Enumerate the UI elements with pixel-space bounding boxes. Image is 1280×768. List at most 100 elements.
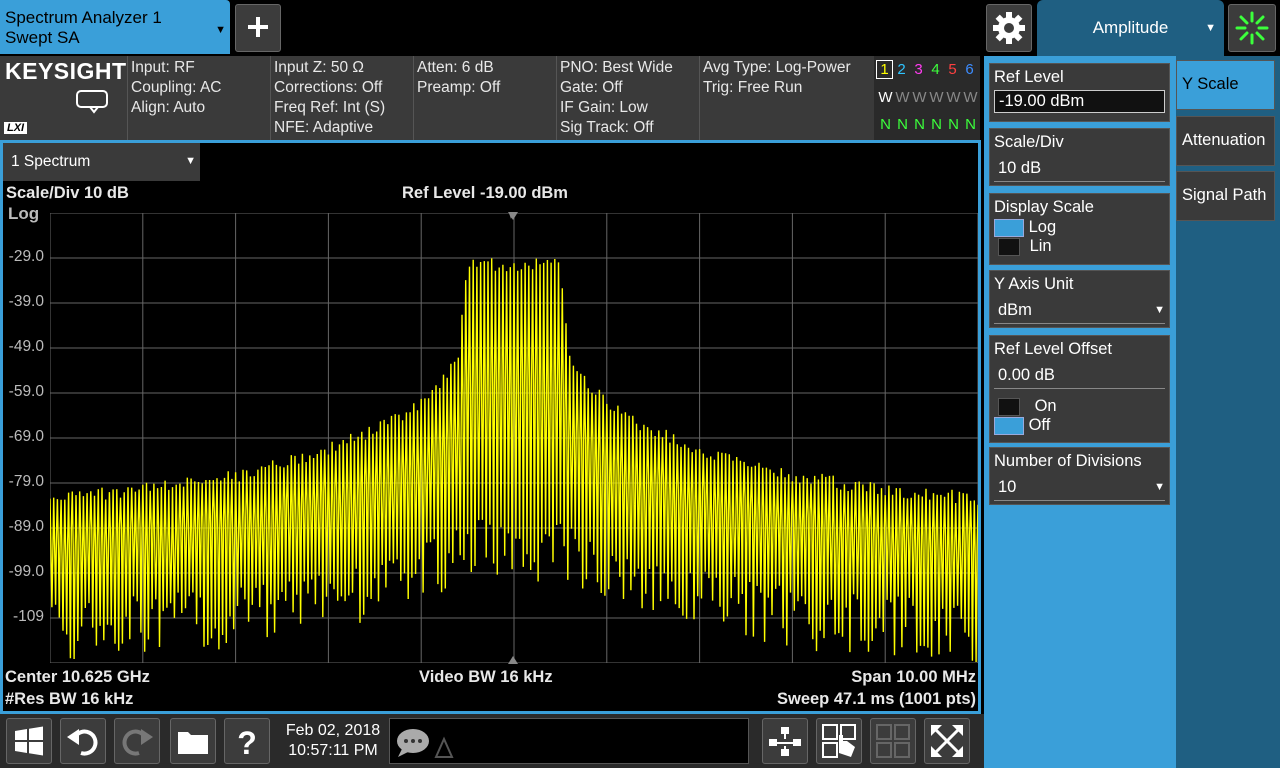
y-tick-label: -69.0 bbox=[8, 428, 44, 445]
chevron-down-icon: ▼ bbox=[1205, 22, 1216, 34]
plus-icon bbox=[248, 17, 268, 37]
info-pno: PNO: Best Wide bbox=[560, 59, 673, 76]
res-bw-label: #Res BW 16 kHz bbox=[5, 690, 134, 708]
input-settings[interactable]: Input: RF Coupling: AC Align: Auto bbox=[131, 58, 221, 118]
y-axis-unit-dropdown[interactable]: dBm ▼ bbox=[994, 298, 1165, 324]
help-icon: ? bbox=[237, 725, 257, 761]
message-icon bbox=[397, 729, 454, 758]
trace-type-letter: W bbox=[895, 89, 910, 106]
info-if-gain: IF Gain: Low bbox=[560, 99, 648, 116]
svg-text:?: ? bbox=[237, 725, 257, 761]
info-freq-ref: Freq Ref: Int (S) bbox=[274, 99, 386, 116]
unselected-indicator bbox=[998, 397, 1020, 416]
windows-button[interactable] bbox=[6, 718, 52, 764]
measurement-name: Swept SA bbox=[5, 28, 80, 47]
trace-type-letter: W bbox=[946, 89, 961, 106]
mode-name: Spectrum Analyzer 1 bbox=[5, 8, 162, 27]
trace-detector-letter: N bbox=[897, 116, 908, 133]
trigger-settings[interactable]: Avg Type: Log-Power Trig: Free Run bbox=[703, 58, 851, 98]
redo-icon bbox=[122, 729, 153, 756]
trace-2-number[interactable]: 2 bbox=[893, 61, 910, 78]
attenuation-settings[interactable]: Atten: 6 dB Preamp: Off bbox=[417, 58, 500, 98]
scale-type-label: Log bbox=[8, 204, 40, 223]
grid-icon bbox=[876, 724, 910, 758]
trace-6-number[interactable]: 6 bbox=[961, 61, 978, 78]
display-scale-softkey[interactable]: Display Scale Log Lin bbox=[989, 193, 1170, 265]
divider bbox=[556, 56, 557, 140]
touch-button[interactable] bbox=[816, 718, 862, 764]
info-preamp: Preamp: Off bbox=[417, 79, 501, 96]
trace-type-row: WWWWWW bbox=[877, 89, 979, 106]
multi-window-button[interactable] bbox=[870, 718, 916, 764]
center-marker-bottom-icon bbox=[508, 656, 518, 664]
layout-button[interactable] bbox=[762, 718, 808, 764]
y-tick-label: -29.0 bbox=[8, 248, 44, 265]
ref-level-offset-softkey[interactable]: Ref Level Offset 0.00 dB On Off bbox=[989, 335, 1170, 443]
expand-icon bbox=[931, 725, 963, 757]
file-button[interactable] bbox=[170, 718, 216, 764]
spinner-icon bbox=[1235, 11, 1269, 45]
y-axis-unit-softkey[interactable]: Y Axis Unit dBm ▼ bbox=[989, 270, 1170, 328]
divider bbox=[699, 56, 700, 140]
option-log-label: Log bbox=[1028, 218, 1057, 236]
add-screen-button[interactable] bbox=[235, 4, 281, 52]
option-on-label: On bbox=[1034, 397, 1057, 415]
input-z-settings[interactable]: Input Z: 50 Ω Corrections: Off Freq Ref:… bbox=[274, 58, 385, 138]
window-selector-label: 1 Spectrum bbox=[11, 153, 91, 170]
trace-type-letter: W bbox=[912, 89, 927, 106]
trace-4-number[interactable]: 4 bbox=[927, 61, 944, 78]
divider bbox=[413, 56, 414, 140]
window-selector[interactable]: 1 Spectrum ▼ bbox=[3, 143, 200, 181]
y-tick-label: -99.0 bbox=[8, 563, 44, 580]
info-input: Input: RF bbox=[131, 59, 195, 76]
undo-button[interactable] bbox=[60, 718, 106, 764]
tab-attenuation[interactable]: Attenuation bbox=[1176, 116, 1275, 166]
redo-button[interactable] bbox=[114, 718, 160, 764]
trace-status-panel[interactable]: 123456 WWWWWW NNNNNN bbox=[874, 56, 980, 140]
tab-signal-path[interactable]: Signal Path bbox=[1176, 171, 1275, 221]
y-tick-label: -79.0 bbox=[8, 473, 44, 490]
center-marker-top-icon bbox=[508, 212, 518, 220]
ref-level-input[interactable]: -19.00 dBm bbox=[994, 90, 1165, 113]
info-trig: Trig: Free Run bbox=[703, 79, 803, 96]
number-of-divisions-softkey[interactable]: Number of Divisions 10 ▼ bbox=[989, 447, 1170, 505]
info-sig-track: Sig Track: Off bbox=[560, 119, 654, 136]
ref-level-softkey[interactable]: Ref Level -19.00 dBm bbox=[989, 63, 1170, 122]
message-area[interactable] bbox=[389, 718, 749, 764]
ref-level-softkey-label: Ref Level bbox=[994, 68, 1064, 86]
trace-detector-row: NNNNNN bbox=[877, 116, 979, 133]
info-corrections: Corrections: Off bbox=[274, 79, 383, 96]
divisions-dropdown[interactable]: 10 ▼ bbox=[994, 475, 1165, 501]
scale-div-value: 10 dB bbox=[994, 156, 1165, 182]
help-button[interactable]: ? bbox=[224, 718, 270, 764]
option-on[interactable]: On bbox=[994, 397, 1165, 416]
option-lin[interactable]: Lin bbox=[994, 237, 1165, 256]
ref-level-label: Ref Level -19.00 dBm bbox=[402, 184, 568, 202]
trace-detector-letter: N bbox=[931, 116, 942, 133]
trace-numbers: 123456 bbox=[876, 60, 978, 79]
mode-selector[interactable]: Spectrum Analyzer 1 Swept SA ▼ bbox=[0, 0, 230, 54]
time-label: 10:57:11 PM bbox=[288, 742, 378, 759]
option-log[interactable]: Log bbox=[994, 218, 1165, 237]
option-off[interactable]: Off bbox=[994, 416, 1165, 435]
info-atten: Atten: 6 dB bbox=[417, 59, 494, 76]
trace-1-number[interactable]: 1 bbox=[876, 60, 893, 79]
menu-panel-title[interactable]: Amplitude ▼ bbox=[1037, 0, 1224, 56]
full-screen-button[interactable] bbox=[924, 718, 970, 764]
y-tick-label: -39.0 bbox=[8, 293, 44, 310]
sweep-label: Sweep 47.1 ms (1001 pts) bbox=[776, 690, 976, 708]
bandwidth-settings[interactable]: PNO: Best Wide Gate: Off IF Gain: Low Si… bbox=[560, 58, 673, 138]
trace-detector-letter: N bbox=[948, 116, 959, 133]
trace-5-number[interactable]: 5 bbox=[944, 61, 961, 78]
trace-3-number[interactable]: 3 bbox=[910, 61, 927, 78]
info-align: Align: Auto bbox=[131, 99, 206, 116]
info-input-z: Input Z: 50 Ω bbox=[274, 59, 364, 76]
tab-y-scale[interactable]: Y Scale bbox=[1176, 60, 1275, 110]
divider bbox=[270, 56, 271, 140]
spectrum-plot[interactable] bbox=[50, 213, 978, 663]
remote-display-button[interactable] bbox=[74, 88, 114, 119]
scale-div-label: Scale/Div 10 dB bbox=[6, 184, 129, 202]
trace-type-letter: W bbox=[929, 89, 944, 106]
scale-div-softkey[interactable]: Scale/Div 10 dB bbox=[989, 128, 1170, 186]
settings-button[interactable] bbox=[986, 4, 1032, 52]
